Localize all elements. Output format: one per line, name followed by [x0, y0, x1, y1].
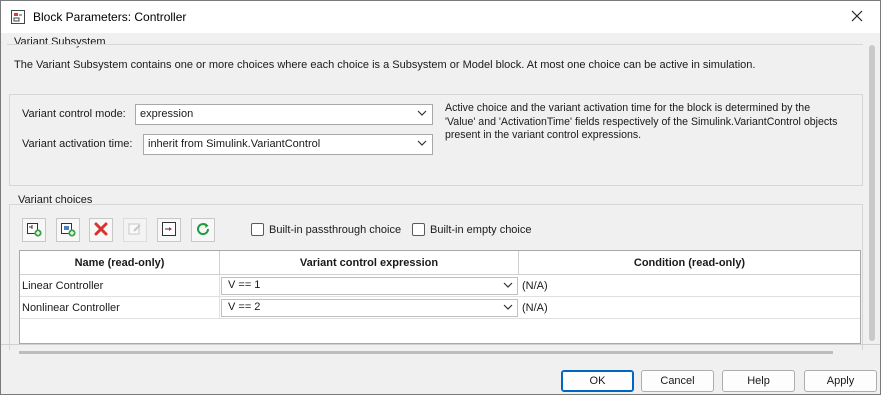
activation-info-line-2: 'Value' and 'ActivationTime' fields resp… — [445, 116, 838, 128]
edit-choice-button[interactable] — [123, 218, 147, 242]
builtin-passthrough-choice-label: Built-in passthrough choice — [269, 223, 402, 236]
activation-info-line-3: present in the variant control expressio… — [445, 129, 642, 141]
chevron-down-icon — [503, 302, 513, 315]
column-header-expression[interactable]: Variant control expression — [220, 251, 519, 275]
cancel-button[interactable]: Cancel — [641, 370, 714, 392]
footer-divider — [1, 344, 880, 345]
vertical-scrollbar-thumb[interactable] — [869, 45, 875, 341]
edit-choice-icon — [127, 221, 143, 240]
chevron-down-icon — [417, 108, 427, 121]
choice-name-cell: Linear Controller — [20, 275, 220, 297]
builtin-empty-choice-checkbox[interactable]: Built-in empty choice — [412, 223, 532, 236]
close-icon — [851, 10, 863, 25]
variant-control-mode-select[interactable]: expression — [135, 104, 433, 125]
chevron-down-icon — [503, 280, 513, 293]
variant-expression-select[interactable]: V == 1 — [221, 277, 518, 295]
open-block-button[interactable] — [157, 218, 181, 242]
builtin-passthrough-choice-checkbox[interactable]: Built-in passthrough choice — [251, 223, 401, 236]
table-row[interactable]: Nonlinear Controller V == 2 (N/A) — [20, 297, 860, 319]
add-subsystem-choice-icon — [26, 221, 42, 240]
delete-choice-button[interactable] — [89, 218, 113, 242]
variant-control-mode-value: expression — [140, 108, 194, 120]
builtin-empty-choice-label: Built-in empty choice — [430, 223, 532, 236]
variant-choices-table: Name (read-only) Variant control express… — [19, 250, 861, 344]
help-button[interactable]: Help — [722, 370, 795, 392]
block-parameters-dialog: Block Parameters: Controller Variant Sub… — [0, 0, 881, 395]
simulink-block-icon — [10, 9, 26, 25]
chevron-down-icon — [417, 138, 427, 151]
section-divider — [7, 44, 863, 46]
window-title: Block Parameters: Controller — [33, 10, 187, 24]
horizontal-scrollbar[interactable] — [19, 351, 833, 354]
variant-subsystem-heading: Variant Subsystem — [14, 36, 106, 48]
table-row[interactable]: Linear Controller V == 1 (N/A) — [20, 275, 860, 297]
activation-info-line-1: Active choice and the variant activation… — [445, 102, 811, 114]
condition-cell: (N/A) — [522, 280, 548, 292]
ok-button[interactable]: OK — [561, 370, 634, 392]
choice-name-cell: Nonlinear Controller — [20, 297, 220, 319]
add-model-choice-icon — [60, 221, 76, 240]
variant-activation-time-select[interactable]: inherit from Simulink.VariantControl — [143, 134, 433, 155]
column-header-name[interactable]: Name (read-only) — [20, 251, 220, 275]
refresh-button[interactable] — [191, 218, 215, 242]
variant-subsystem-description: The Variant Subsystem contains one or mo… — [14, 59, 756, 71]
open-block-icon — [161, 221, 177, 240]
condition-cell: (N/A) — [522, 302, 548, 314]
variant-expression-value: V == 2 — [228, 301, 261, 313]
variant-expression-value: V == 1 — [228, 279, 261, 291]
column-header-condition[interactable]: Condition (read-only) — [519, 251, 860, 275]
dialog-client: Variant Subsystem The Variant Subsystem … — [1, 33, 880, 394]
variant-control-mode-label: Variant control mode: — [22, 108, 126, 120]
refresh-icon — [195, 221, 211, 240]
checkbox-box[interactable] — [251, 223, 264, 236]
add-model-choice-button[interactable] — [56, 218, 80, 242]
add-subsystem-choice-button[interactable] — [22, 218, 46, 242]
checkbox-box[interactable] — [412, 223, 425, 236]
variant-activation-time-label: Variant activation time: — [22, 138, 133, 150]
delete-choice-icon — [93, 221, 109, 240]
title-bar: Block Parameters: Controller — [1, 1, 880, 33]
variant-expression-select[interactable]: V == 2 — [221, 299, 518, 317]
apply-button[interactable]: Apply — [804, 370, 877, 392]
variant-activation-time-value: inherit from Simulink.VariantControl — [148, 138, 321, 150]
close-button[interactable] — [834, 1, 880, 33]
